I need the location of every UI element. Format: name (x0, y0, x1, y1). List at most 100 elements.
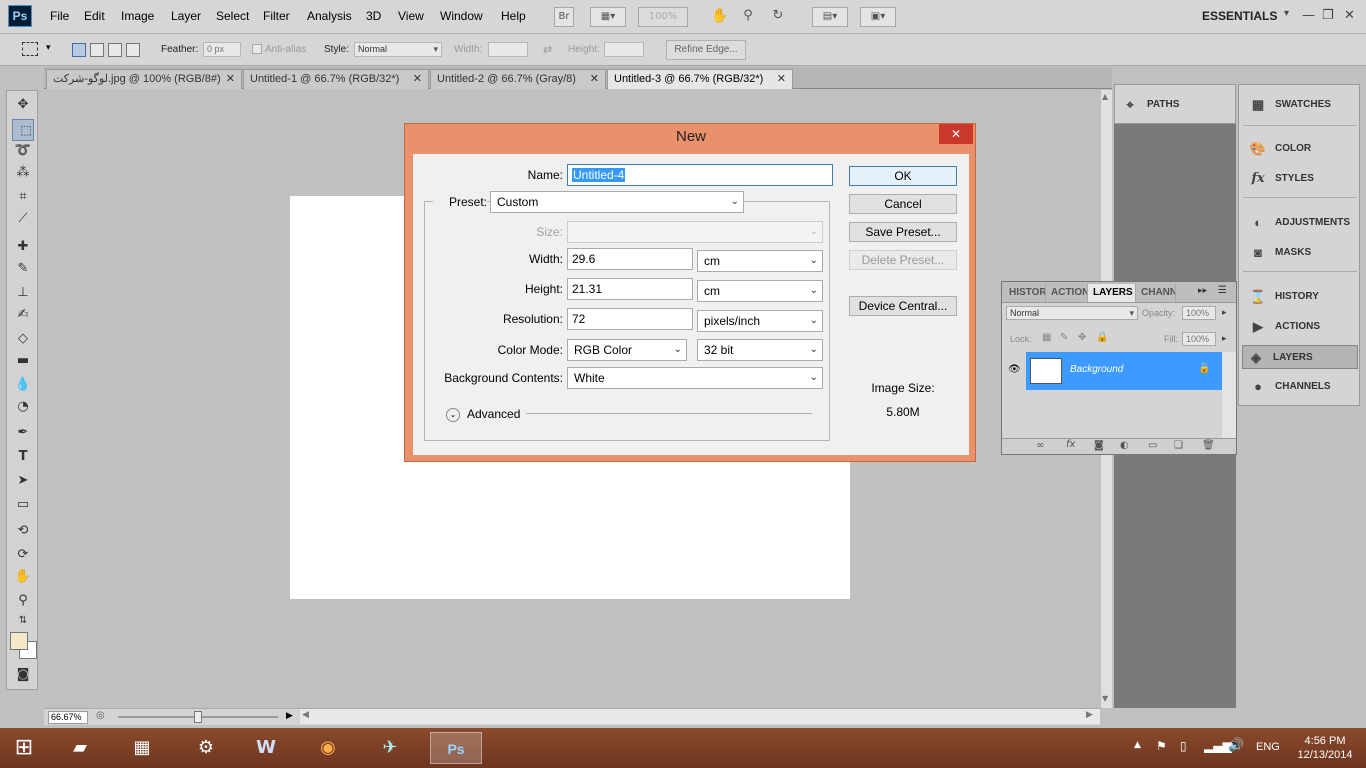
move-tool-icon[interactable]: ✥ (12, 95, 34, 115)
panel-history[interactable]: ⌛ HISTORY (1245, 285, 1355, 309)
tab-layers[interactable]: LAYERS (1088, 284, 1136, 302)
3d-rotate-icon[interactable]: ⟲ (12, 521, 34, 541)
color-mode-select[interactable]: RGB Color ⌄ (567, 339, 687, 361)
quick-mask-icon[interactable]: ◙ (12, 665, 34, 685)
add-mask-icon[interactable]: ◙ (1094, 440, 1104, 451)
new-selection-icon[interactable] (72, 43, 86, 57)
workspace-dropdown-icon[interactable]: ▾ (1284, 8, 1289, 19)
tray-expand-icon[interactable]: ▲ (1134, 740, 1141, 750)
clock[interactable]: 4:56 PM 12/13/2014 (1290, 734, 1360, 762)
ok-button[interactable]: OK (849, 166, 957, 186)
horizontal-scrollbar[interactable]: ◀ ▶ (300, 709, 1100, 724)
opacity-arrow-icon[interactable]: ▸ (1222, 307, 1227, 318)
type-tool-icon[interactable]: T (12, 447, 34, 467)
panel-adjustments[interactable]: ◐ ADJUSTMENTS (1245, 211, 1355, 235)
crop-tool-icon[interactable]: ⌗ (12, 187, 34, 207)
lock-pixels-icon[interactable]: ✎ (1060, 332, 1068, 343)
add-selection-icon[interactable] (90, 43, 104, 57)
close-icon[interactable]: ✕ (590, 70, 599, 88)
collapse-icon[interactable]: ▸▸ (1198, 286, 1207, 296)
app-stack-icon[interactable]: ▰ (60, 732, 100, 764)
scroll-left-icon[interactable]: ◀ (302, 710, 309, 720)
blend-mode-select[interactable]: Normal ▾ (1006, 306, 1138, 320)
arrange-documents-button[interactable]: ▤▾ (812, 7, 848, 27)
size-select[interactable]: ⌄ (567, 221, 823, 243)
zoom-tool-icon[interactable]: ⚲ (738, 7, 758, 27)
eraser-tool-icon[interactable]: ◇ (12, 329, 34, 349)
close-app-button[interactable]: ✕ (1344, 8, 1355, 23)
menu-help[interactable]: Help (501, 9, 526, 23)
fill-arrow-icon[interactable]: ▸ (1222, 333, 1227, 344)
save-preset-button[interactable]: Save Preset... (849, 222, 957, 242)
lasso-tool-icon[interactable]: ➰ (12, 141, 34, 161)
background-contents-select[interactable]: White ⌄ (567, 367, 823, 389)
menu-3d[interactable]: 3D (366, 9, 381, 23)
name-input[interactable]: Untitled-4 (567, 164, 833, 186)
menu-analysis[interactable]: Analysis (307, 9, 352, 23)
clone-stamp-icon[interactable]: ⊥ (12, 283, 34, 303)
style-select[interactable]: Normal ▾ (354, 42, 442, 57)
lock-position-icon[interactable]: ✥ (1078, 332, 1086, 343)
bridge-button[interactable]: Br (554, 7, 574, 27)
tab-history[interactable]: HISTOR (1004, 284, 1046, 302)
view-extras-button[interactable]: ▦▾ (590, 7, 626, 27)
new-group-icon[interactable]: ▭ (1148, 440, 1157, 451)
panel-channels[interactable]: ● CHANNELS (1245, 375, 1355, 399)
width-input[interactable] (488, 42, 528, 57)
control-panel-icon[interactable]: ⚙ (186, 732, 226, 764)
layer-row-background[interactable]: Background 🔒 (1026, 352, 1222, 390)
firefox-icon[interactable]: ◉ (308, 732, 348, 764)
screen-mode-button[interactable]: ▣▾ (860, 7, 896, 27)
adjustment-layer-icon[interactable]: ◐ (1120, 440, 1129, 451)
panel-paths[interactable]: ⌖ PATHS (1117, 93, 1227, 117)
feather-input[interactable]: 0 px (203, 42, 241, 57)
marquee-preset-icon[interactable] (22, 42, 38, 56)
advanced-label[interactable]: Advanced (467, 407, 520, 421)
shape-tool-icon[interactable]: ▭ (12, 495, 34, 515)
rotate-view-icon[interactable]: ↻ (768, 7, 788, 27)
opacity-input[interactable]: 100% (1182, 306, 1216, 320)
messenger-bird-icon[interactable]: ✈ (370, 732, 410, 764)
menu-layer[interactable]: Layer (171, 9, 201, 23)
brush-tool-icon[interactable]: ✎ (12, 259, 34, 279)
panel-styles[interactable]: fx STYLES (1245, 167, 1355, 191)
panel-masks[interactable]: ◙ MASKS (1245, 241, 1355, 265)
magic-wand-icon[interactable]: ⁂ (12, 163, 34, 183)
layer-style-icon[interactable]: fx (1066, 439, 1075, 450)
restore-button[interactable]: ❐ (1322, 8, 1334, 23)
antialias-checkbox[interactable] (252, 44, 262, 54)
3d-orbit-icon[interactable]: ⟳ (12, 545, 34, 565)
new-layer-icon[interactable]: ❏ (1174, 440, 1183, 451)
swap-icon[interactable]: ⇄ (543, 43, 552, 56)
tab-untitled-1[interactable]: Untitled-1 @ 66.7% (RGB/32*) ✕ (243, 69, 429, 89)
zoom-info-icon[interactable]: ◎ (96, 710, 105, 721)
start-button-icon[interactable]: ⊞ (4, 732, 44, 764)
close-icon[interactable]: ✕ (777, 70, 786, 88)
dodge-tool-icon[interactable]: ◔ (12, 397, 34, 417)
close-icon[interactable]: ✕ (413, 70, 422, 88)
volume-icon[interactable]: 🔊 (1228, 738, 1244, 753)
healing-brush-icon[interactable]: ✚ (12, 237, 34, 257)
tab-logo-jpg[interactable]: لوگو-شرکت.jpg @ 100% (RGB/8#) ✕ (46, 69, 242, 89)
workspace-switcher[interactable]: ESSENTIALS (1202, 9, 1277, 23)
app-wall-icon[interactable]: ▦ (122, 732, 162, 764)
close-icon[interactable]: ✕ (226, 70, 235, 88)
word-icon[interactable]: W (246, 732, 286, 764)
eyedropper-icon[interactable]: ⟋ (12, 209, 34, 229)
menu-view[interactable]: View (398, 9, 424, 23)
path-selection-icon[interactable]: ➤ (12, 471, 34, 491)
delete-preset-button[interactable]: Delete Preset... (849, 250, 957, 270)
lock-all-icon[interactable]: 🔒 (1096, 332, 1108, 343)
scroll-up-icon[interactable]: ▲ (1102, 92, 1108, 101)
pen-tool-icon[interactable]: ✒ (12, 423, 34, 443)
panel-layers[interactable]: ◈ LAYERS (1242, 345, 1358, 369)
scroll-down-icon[interactable]: ▼ (1102, 694, 1108, 703)
battery-icon[interactable]: ▯ (1180, 739, 1187, 753)
menu-file[interactable]: File (50, 9, 69, 23)
hand-tool-icon[interactable]: ✋ (710, 7, 730, 27)
width-unit-select[interactable]: cm ⌄ (697, 250, 823, 272)
height-input[interactable]: 21.31 (567, 278, 693, 300)
dialog-close-button[interactable]: ✕ (939, 124, 973, 144)
hand-tool-icon[interactable]: ✋ (12, 567, 34, 587)
cancel-button[interactable]: Cancel (849, 194, 957, 214)
